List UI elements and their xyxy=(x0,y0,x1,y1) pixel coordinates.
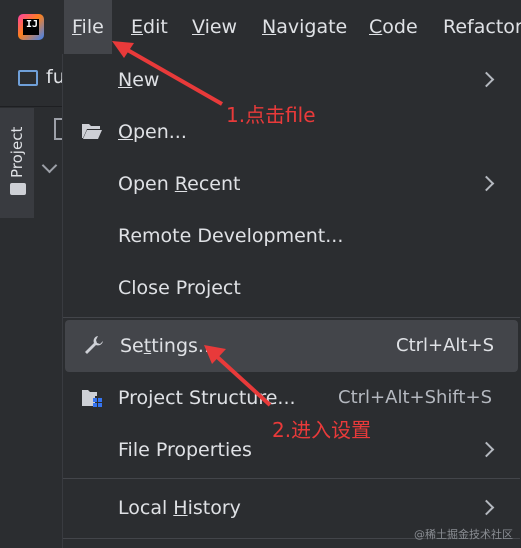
menu-item-structure-label: Project Structure... xyxy=(118,387,296,409)
open-folder-icon xyxy=(82,124,102,139)
menu-view[interactable]: View xyxy=(184,0,245,54)
menu-item-open-recent-label: Open Recent xyxy=(118,173,241,195)
menu-item-close-project[interactable]: Close Project xyxy=(63,262,518,314)
menu-code-label: ode xyxy=(382,16,418,38)
folder-icon xyxy=(10,183,26,195)
menu-item-remote-development[interactable]: Remote Development... xyxy=(63,210,518,262)
project-structure-icon xyxy=(82,390,102,407)
chevron-right-icon xyxy=(478,175,495,192)
menu-separator xyxy=(63,478,520,479)
menu-item-remote-label: Remote Development... xyxy=(118,225,344,247)
chevron-right-icon xyxy=(478,499,495,516)
menu-item-close-label: Close Project xyxy=(118,277,241,299)
menu-navigate-mnemonic: N xyxy=(262,16,277,38)
menu-edit-mnemonic: E xyxy=(131,16,144,38)
chevron-right-icon xyxy=(478,441,495,458)
menu-item-history-label: Local History xyxy=(118,497,241,519)
menu-item-open-recent[interactable]: Open Recent xyxy=(63,158,518,210)
menu-item-new-label: New xyxy=(118,69,160,91)
menu-item-settings-shortcut: Ctrl+Alt+S xyxy=(396,335,494,356)
menu-edit-label: dit xyxy=(143,16,168,38)
menu-code[interactable]: Code xyxy=(361,0,426,54)
menu-item-settings[interactable]: Settings... Ctrl+Alt+S xyxy=(65,320,518,372)
wrench-icon xyxy=(85,336,103,354)
project-icon xyxy=(18,70,38,86)
menu-file[interactable]: File xyxy=(64,0,112,54)
menu-item-settings-label: Settings... xyxy=(120,335,217,357)
menu-file-label: ile xyxy=(81,16,104,38)
menu-refactor[interactable]: Refactor xyxy=(435,0,521,54)
menu-separator xyxy=(63,317,520,318)
menu-view-label: iew xyxy=(204,16,238,38)
annotation-step2: 2.进入设置 xyxy=(272,418,372,442)
menu-item-open-label: Open... xyxy=(118,121,187,143)
file-menu-dropdown: New Open... Open Recent Remote Developme… xyxy=(62,54,521,548)
menu-navigate-label: avigate xyxy=(276,16,348,38)
watermark: @稀土掘金技术社区 xyxy=(414,528,513,541)
project-side-tab-label: Project xyxy=(8,126,26,178)
intellij-logo-icon[interactable]: IJ xyxy=(18,14,44,40)
menu-bar: IJ File Edit View Navigate Code Refactor xyxy=(0,0,521,54)
menu-code-mnemonic: C xyxy=(369,16,383,38)
menu-refactor-label: Refactor xyxy=(443,16,521,38)
chevron-right-icon xyxy=(478,71,495,88)
menu-item-properties-label: File Properties xyxy=(118,439,252,461)
annotation-step1: 1.点击file xyxy=(226,103,316,127)
menu-navigate[interactable]: Navigate xyxy=(254,0,355,54)
menu-file-mnemonic: F xyxy=(72,16,82,38)
menu-view-mnemonic: V xyxy=(192,16,205,38)
menu-edit[interactable]: Edit xyxy=(123,0,176,54)
